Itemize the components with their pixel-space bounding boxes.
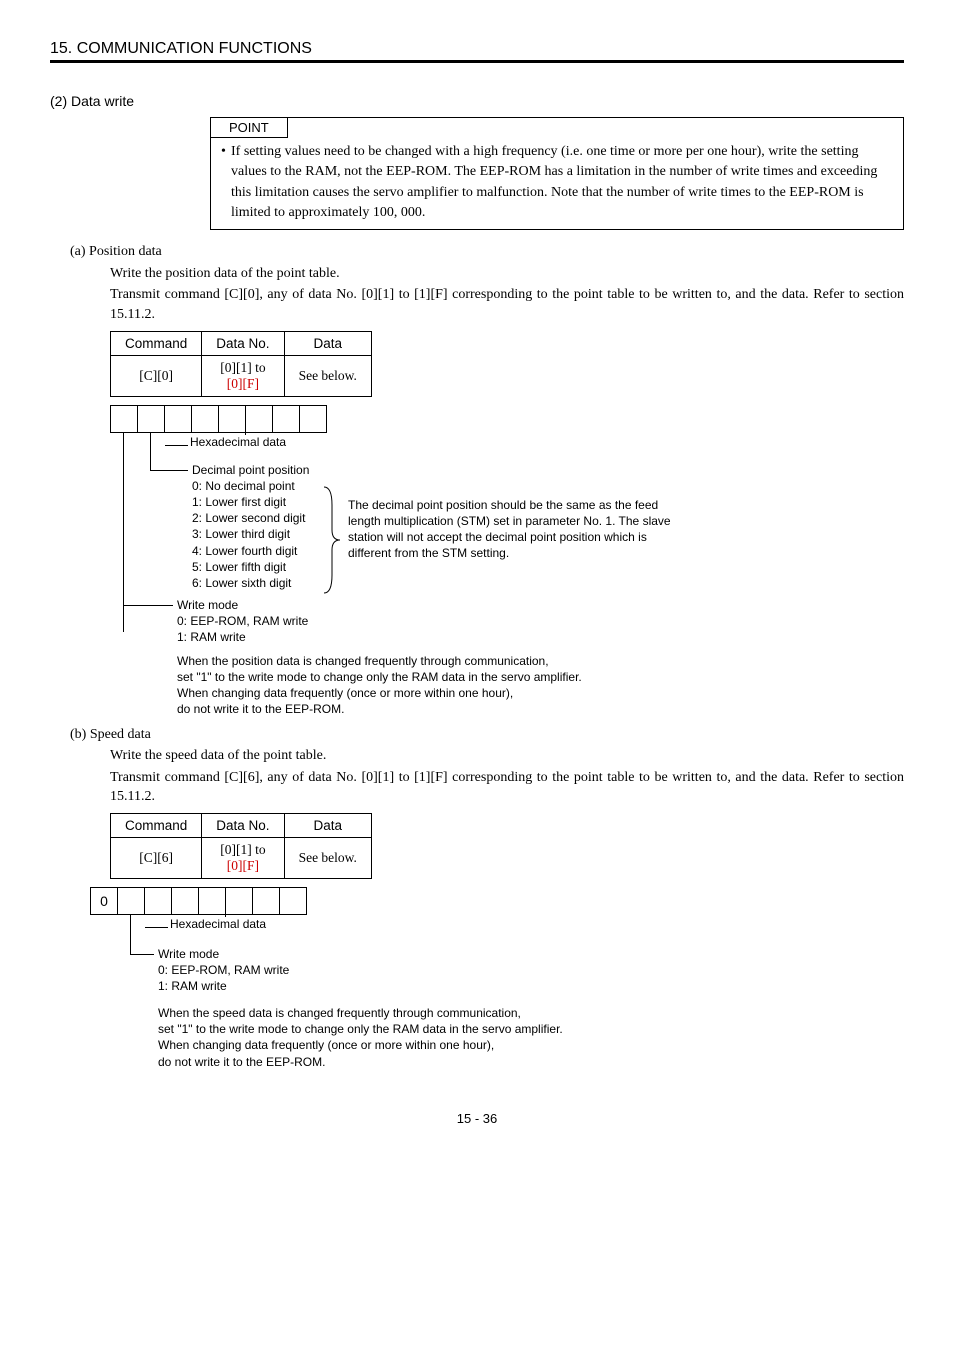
b-line2: Transmit command [C][6], any of data No.…: [110, 768, 904, 807]
a-heading: (a) Position data: [70, 242, 904, 262]
a-command-table: Command Data No. Data [C][0] [0][1] to […: [110, 331, 372, 397]
a-td-data: See below.: [284, 355, 371, 396]
b-hex-label: Hexadecimal data: [168, 917, 268, 931]
bullet-dot: •: [221, 142, 231, 223]
b-note-block: When the speed data is changed frequentl…: [158, 1005, 563, 1070]
a-hconn-wm: [123, 605, 173, 606]
a-byte-cells: [110, 405, 327, 433]
a-diagram: Hexadecimal data Decimal point position …: [110, 405, 904, 705]
page-header: 15. COMMUNICATION FUNCTIONS: [50, 40, 904, 58]
point-box: POINT • If setting values need to be cha…: [210, 117, 904, 230]
a-wm-block: Write mode 0: EEP-ROM, RAM write 1: RAM …: [177, 597, 308, 646]
a-side-note: The decimal point position should be the…: [348, 497, 678, 562]
a-hex-label: Hexadecimal data: [188, 435, 288, 449]
b-hconn-wm: [130, 954, 154, 955]
b-td-command: [C][6]: [111, 837, 202, 878]
a-dp-block: Decimal point position 0: No decimal poi…: [192, 462, 309, 592]
b-command-table: Command Data No. Data [C][6] [0][1] to […: [110, 813, 372, 879]
a-th-data: Data: [284, 331, 371, 355]
b-th-command: Command: [111, 813, 202, 837]
a-th-command: Command: [111, 331, 202, 355]
b-byte-cells: 0: [90, 887, 307, 915]
b-th-data: Data: [284, 813, 371, 837]
a-line1: Write the position data of the point tab…: [110, 264, 904, 284]
b-cell-0: 0: [91, 888, 118, 914]
page-number: 15 - 36: [50, 1111, 904, 1126]
header-rule: [50, 60, 904, 63]
a-vline-1: [123, 432, 124, 632]
b-heading: (b) Speed data: [70, 725, 904, 745]
b-diagram: 0 Hexadecimal data Write mode 0: EEP-ROM…: [90, 887, 904, 1087]
point-text: If setting values need to be changed wit…: [231, 142, 893, 223]
b-vline-1: [130, 914, 131, 954]
a-note-block: When the position data is changed freque…: [177, 653, 582, 718]
a-hconn-dp: [150, 470, 188, 471]
b-th-datano: Data No.: [202, 813, 284, 837]
b-td-data: See below.: [284, 837, 371, 878]
a-line2: Transmit command [C][0], any of data No.…: [110, 285, 904, 324]
b-td-datano: [0][1] to [0][F]: [202, 837, 284, 878]
a-th-datano: Data No.: [202, 331, 284, 355]
b-line1: Write the speed data of the point table.: [110, 746, 904, 766]
a-td-datano: [0][1] to [0][F]: [202, 355, 284, 396]
section-2-heading: (2) Data write: [50, 93, 904, 109]
a-vline-2: [150, 432, 151, 470]
b-wm-block: Write mode 0: EEP-ROM, RAM write 1: RAM …: [158, 946, 289, 995]
point-label: POINT: [211, 118, 288, 138]
a-td-command: [C][0]: [111, 355, 202, 396]
a-brace: [322, 485, 342, 599]
